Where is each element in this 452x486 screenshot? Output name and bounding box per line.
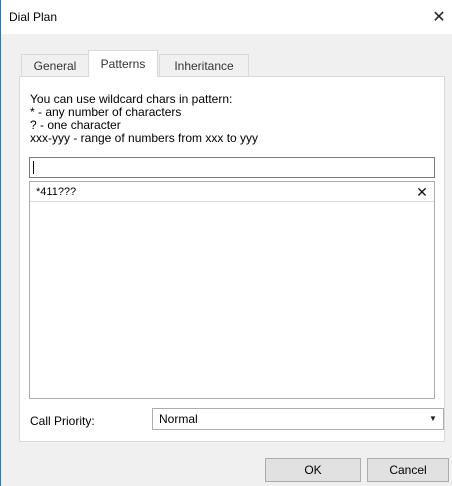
cancel-button[interactable]: Cancel bbox=[367, 458, 449, 482]
call-priority-value: Normal bbox=[159, 412, 198, 426]
wildcard-help: You can use wildcard chars in pattern: *… bbox=[30, 93, 258, 145]
close-icon[interactable]: ✕ bbox=[425, 0, 452, 34]
tab-inheritance[interactable]: Inheritance bbox=[159, 54, 249, 76]
call-priority-select[interactable]: Normal ▼ bbox=[152, 408, 444, 430]
text-caret bbox=[33, 161, 34, 174]
tab-general[interactable]: General bbox=[21, 54, 89, 76]
pattern-value: *411??? bbox=[36, 186, 77, 198]
list-item[interactable]: *411??? ✕ bbox=[30, 182, 434, 202]
help-line: xxx-yyy - range of numbers from xxx to y… bbox=[30, 131, 259, 145]
pattern-input[interactable] bbox=[29, 157, 435, 178]
title-bar: Dial Plan ✕ bbox=[1, 0, 452, 34]
dialog-title: Dial Plan bbox=[9, 10, 58, 24]
pattern-list[interactable]: *411??? ✕ bbox=[29, 181, 435, 399]
dial-plan-dialog: Dial Plan ✕ General Patterns Inheritance… bbox=[0, 0, 452, 486]
tab-patterns[interactable]: Patterns bbox=[88, 50, 158, 77]
ok-button[interactable]: OK bbox=[265, 458, 361, 482]
chevron-down-icon[interactable]: ▼ bbox=[427, 410, 439, 428]
patterns-panel: You can use wildcard chars in pattern: *… bbox=[19, 76, 445, 442]
remove-pattern-icon[interactable]: ✕ bbox=[414, 183, 430, 201]
call-priority-label: Call Priority: bbox=[30, 414, 95, 428]
